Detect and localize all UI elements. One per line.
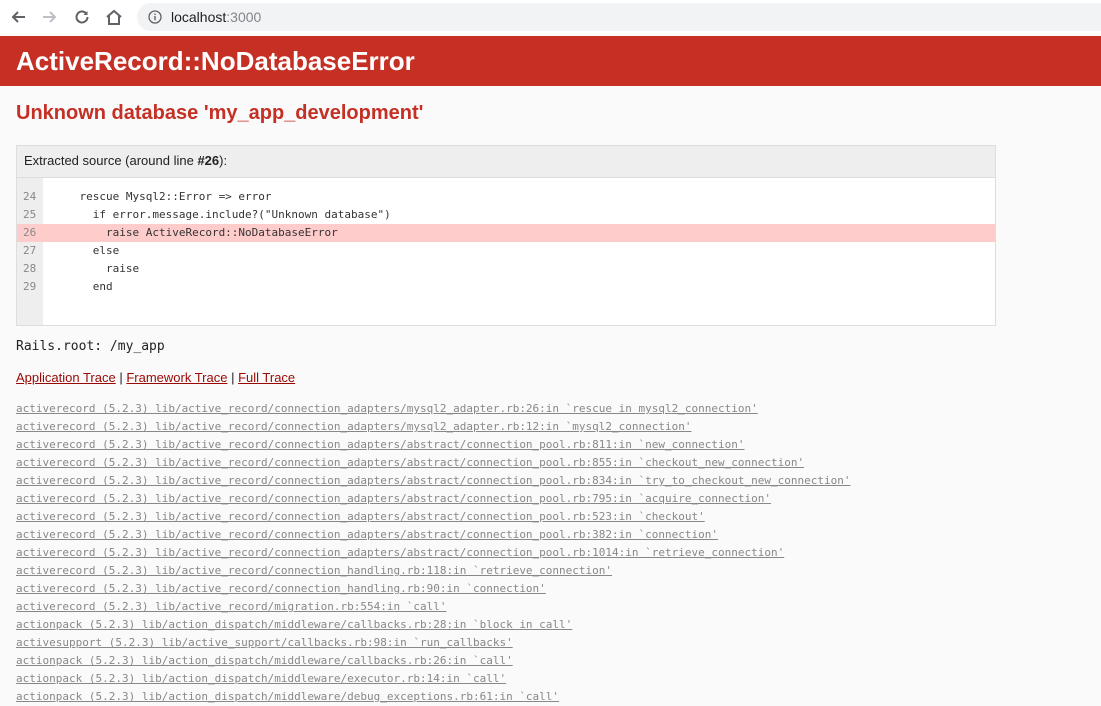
browser-toolbar: localhost:3000	[0, 0, 1101, 34]
source-header-prefix: Extracted source (around line	[24, 153, 198, 168]
code-text: if error.message.include?("Unknown datab…	[53, 208, 391, 221]
trace-item-link[interactable]: activerecord (5.2.3) lib/active_record/c…	[16, 562, 850, 580]
full-trace-link[interactable]: Full Trace	[238, 370, 295, 385]
trace-item-link[interactable]: actionpack (5.2.3) lib/action_dispatch/m…	[16, 670, 850, 688]
code-line: 27 else	[17, 242, 995, 260]
code-lines: 24 rescue Mysql2::Error => error 25 if er…	[17, 188, 995, 296]
url-port: :3000	[226, 9, 262, 25]
extracted-source: Extracted source (around line #26): 24 r…	[16, 145, 996, 326]
code-text: else	[53, 244, 120, 257]
code-line: 25 if error.message.include?("Unknown da…	[17, 206, 995, 224]
error-header: ActiveRecord::NoDatabaseError	[0, 36, 1101, 86]
address-bar[interactable]: localhost:3000	[137, 3, 1101, 31]
trace-item-link[interactable]: actionpack (5.2.3) lib/action_dispatch/m…	[16, 616, 850, 634]
trace-item-link[interactable]: activerecord (5.2.3) lib/active_record/c…	[16, 508, 850, 526]
trace-item-link[interactable]: activesupport (5.2.3) lib/active_support…	[16, 634, 850, 652]
reload-icon[interactable]	[72, 7, 92, 27]
trace-item-link[interactable]: activerecord (5.2.3) lib/active_record/c…	[16, 436, 850, 454]
code-text: end	[53, 280, 113, 293]
line-number: 25	[23, 208, 37, 221]
framework-trace-link[interactable]: Framework Trace	[126, 370, 227, 385]
rails-root: Rails.root: /my_app	[16, 339, 165, 354]
line-number: 28	[23, 262, 37, 275]
forward-arrow-icon[interactable]	[40, 7, 60, 27]
code-text: rescue Mysql2::Error => error	[53, 190, 272, 203]
code-text: raise	[53, 262, 140, 275]
url-host: localhost	[171, 9, 227, 25]
trace-links: Application Trace | Framework Trace | Fu…	[16, 370, 295, 385]
code-line: 28 raise	[17, 260, 995, 278]
source-header-suffix: ):	[219, 153, 228, 168]
trace-item-link[interactable]: activerecord (5.2.3) lib/active_record/c…	[16, 490, 850, 508]
application-trace-link[interactable]: Application Trace	[16, 370, 116, 385]
trace-item-link[interactable]: actionpack (5.2.3) lib/action_dispatch/m…	[16, 652, 850, 670]
error-title: ActiveRecord::NoDatabaseError	[16, 46, 415, 76]
trace-item-link[interactable]: activerecord (5.2.3) lib/active_record/c…	[16, 544, 850, 562]
trace-item-link[interactable]: activerecord (5.2.3) lib/active_record/c…	[16, 526, 850, 544]
code-line: 24 rescue Mysql2::Error => error	[17, 188, 995, 206]
trace-item-link[interactable]: activerecord (5.2.3) lib/active_record/m…	[16, 598, 850, 616]
trace-list: activerecord (5.2.3) lib/active_record/c…	[16, 400, 850, 706]
error-message: Unknown database 'my_app_development'	[16, 102, 424, 124]
line-number: 26	[23, 226, 37, 239]
trace-item-link[interactable]: activerecord (5.2.3) lib/active_record/c…	[16, 472, 850, 490]
trace-separator: |	[115, 370, 127, 385]
code-line-highlighted: 26 raise ActiveRecord::NoDatabaseError	[17, 224, 995, 242]
code-text: raise ActiveRecord::NoDatabaseError	[53, 226, 338, 239]
trace-item-link[interactable]: activerecord (5.2.3) lib/active_record/c…	[16, 418, 850, 436]
line-number: 24	[23, 190, 37, 203]
trace-item-link[interactable]: activerecord (5.2.3) lib/active_record/c…	[16, 400, 850, 418]
source-header-line: #26	[197, 153, 220, 168]
trace-item-link[interactable]: activerecord (5.2.3) lib/active_record/c…	[16, 454, 850, 472]
trace-item-link[interactable]: actionpack (5.2.3) lib/action_dispatch/m…	[16, 688, 850, 706]
url-text: localhost:3000	[171, 9, 261, 25]
home-icon[interactable]	[104, 7, 124, 27]
line-number: 29	[23, 280, 37, 293]
trace-separator: |	[227, 370, 239, 385]
line-number: 27	[23, 244, 37, 257]
trace-item-link[interactable]: activerecord (5.2.3) lib/active_record/c…	[16, 580, 850, 598]
code-line: 29 end	[17, 278, 995, 296]
source-header: Extracted source (around line #26):	[17, 146, 995, 178]
back-arrow-icon[interactable]	[8, 7, 28, 27]
info-icon[interactable]	[148, 10, 162, 24]
